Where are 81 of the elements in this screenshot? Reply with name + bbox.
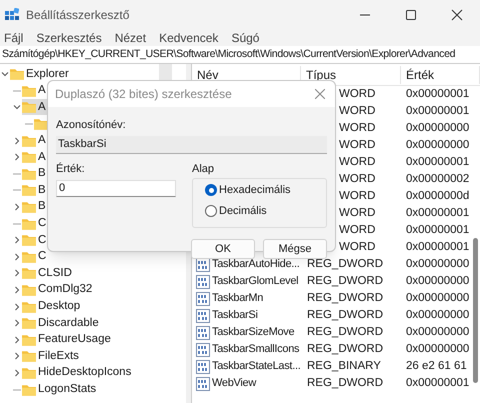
table-cell-text: WebView: [212, 376, 256, 392]
menu-item[interactable]: Súgó: [231, 29, 260, 47]
table-cell-text: TaskbarSmallIcons: [212, 342, 300, 358]
tree-item[interactable]: ComDlg32: [22, 282, 96, 298]
tree-item[interactable]: FileExts: [22, 348, 82, 364]
tree-item[interactable]: HideDesktopIcons: [22, 364, 134, 381]
table-cell-text: 0x00000001: [405, 86, 470, 102]
table-cell-text: WORD: [339, 222, 376, 238]
tree-item[interactable]: C: [22, 248, 50, 265]
tree-item[interactable]: LogonStats: [22, 382, 100, 398]
tree-item[interactable]: B: [22, 182, 49, 198]
table-cell-text: 0x00000001: [405, 154, 470, 170]
table-cell-text: 0x00000001: [405, 104, 470, 119]
tree-item[interactable]: B: [22, 166, 49, 182]
table-cell-text: 0x00000001: [405, 376, 470, 391]
tree-item[interactable]: A: [22, 149, 49, 166]
tree-item[interactable]: FeatureUsage: [22, 332, 114, 348]
group-label: Alap: [192, 162, 216, 176]
window-title: Beállításszerkesztő: [26, 7, 130, 24]
table-cell-text: REG_DWORD: [306, 308, 384, 323]
tree-item[interactable]: A: [22, 99, 49, 116]
address-bar[interactable]: Számítógép\HKEY_CURRENT_USER\Software\Microsoft\Windows\CurrentVersion\Explorer\Advanced: [2, 47, 456, 63]
table-cell-text: 0x00000000: [405, 308, 470, 323]
table-cell-text: TaskbarStateLast...: [212, 359, 300, 374]
radio-label[interactable]: Decimális: [219, 202, 267, 219]
table-cell-text: REG_DWORD: [306, 290, 384, 306]
table-cell-text: 0x00000001: [405, 240, 470, 255]
table-cell-text: WORD: [339, 172, 376, 187]
table-cell-text: WORD: [339, 138, 376, 153]
table-cell-text: WORD: [339, 206, 376, 221]
table-cell-text: REG_BINARY: [306, 358, 382, 374]
table-cell-text: REG_DWORD: [306, 324, 384, 340]
dialog-title: Duplaszó (32 bites) szerkesztése: [55, 86, 232, 103]
table-cell-text: REG_DWORD: [306, 274, 384, 289]
table-cell-text: WORD: [339, 240, 376, 255]
table-cell-text: 0x00000000: [405, 256, 470, 272]
tree-item[interactable]: Explorer: [10, 66, 72, 82]
table-cell-text: 0x0000000d: [405, 188, 470, 204]
table-cell-text: 0x00000000: [405, 138, 470, 153]
table-cell-text: TaskbarMn: [212, 291, 264, 306]
menu-item[interactable]: Szerkesztés: [36, 29, 102, 47]
table-cell-text: 0x00000002: [405, 172, 470, 187]
tree-item[interactable]: Desktop: [22, 298, 84, 315]
table-cell-text: REG_DWORD: [306, 342, 384, 357]
table-cell-text: WORD: [339, 104, 376, 119]
tree-item[interactable]: CLSID: [22, 265, 75, 282]
table-cell-text: 26 e2 61 61: [405, 358, 467, 374]
table-cell-text: TaskbarGlomLevel: [212, 274, 298, 290]
table-cell-text: WORD: [339, 188, 376, 204]
column-header[interactable]: Érték: [401, 66, 480, 84]
table-cell-text: TaskbarAutoHide...: [212, 257, 300, 272]
table-cell-text: TaskbarSi: [212, 308, 258, 324]
table-cell-text: REG_DWORD: [306, 376, 384, 391]
radio-label[interactable]: Hexadecimális: [219, 182, 291, 198]
tree-item[interactable]: A: [22, 132, 49, 149]
tree-item[interactable]: A: [22, 82, 49, 99]
table-cell-text: 0x00000001: [405, 222, 470, 238]
table-cell-text: 0x00000000: [405, 274, 470, 289]
table-cell-text: WORD: [339, 154, 376, 170]
menu-item[interactable]: Kedvencek: [159, 29, 218, 47]
table-cell-text: WORD: [339, 120, 376, 136]
table-cell-text: REG_DWORD: [306, 256, 384, 272]
tree-item[interactable]: C: [22, 216, 50, 232]
tree-item[interactable]: B: [22, 199, 49, 216]
field-label: Azonosítónév:: [56, 118, 127, 133]
field-label: Érték:: [56, 162, 86, 176]
table-cell-text: 0x00000000: [405, 120, 470, 136]
tree-item[interactable]: C: [22, 232, 50, 248]
value-field[interactable]: 0: [56, 180, 176, 197]
name-field[interactable]: TaskbarSi: [56, 136, 327, 154]
menu-item[interactable]: Nézet: [114, 29, 146, 47]
dialog-button[interactable]: OK: [191, 239, 255, 259]
tree-item[interactable]: Discardable: [22, 315, 102, 332]
table-cell-text: 0x00000000: [405, 342, 470, 357]
table-cell-text: TaskbarSizeMove: [212, 325, 294, 340]
table-cell-text: 0x00000000: [405, 290, 470, 306]
menu-item[interactable]: Fájl: [4, 29, 24, 47]
dialog-button[interactable]: Mégse: [263, 239, 327, 259]
table-cell-text: 0x00000001: [405, 206, 470, 221]
table-cell-text: WORD: [339, 86, 376, 102]
table-cell-text: 0x00000000: [405, 324, 470, 340]
